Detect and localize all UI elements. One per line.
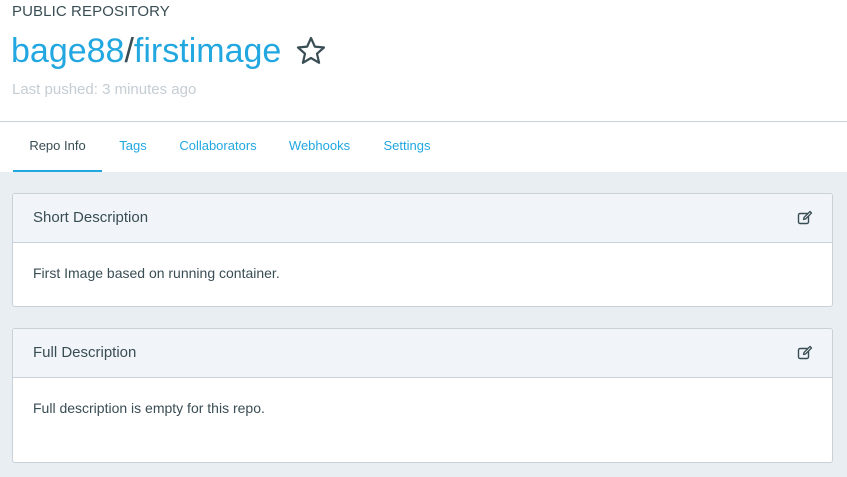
repo-visibility-label: PUBLIC REPOSITORY: [12, 3, 170, 20]
repo-owner-link[interactable]: bage88: [11, 31, 124, 71]
star-icon[interactable]: [295, 35, 327, 67]
repo-title-separator: /: [124, 32, 134, 70]
edit-icon[interactable]: [797, 345, 813, 361]
full-description-title: Full Description: [33, 344, 137, 361]
repo-header: PUBLIC REPOSITORY bage88/firstimage Last…: [0, 0, 847, 121]
edit-icon[interactable]: [797, 210, 813, 226]
short-description-panel: Short Description First Image based on r…: [12, 193, 833, 307]
tab-settings[interactable]: Settings: [376, 122, 438, 172]
tab-collaborators[interactable]: Collaborators: [173, 122, 263, 172]
repo-title: bage88/firstimage: [11, 31, 327, 71]
short-description-text: First Image based on running container.: [33, 265, 280, 281]
full-description-panel: Full Description Full description is emp…: [12, 328, 833, 463]
tab-tags[interactable]: Tags: [112, 122, 154, 172]
repo-info-content: Short Description First Image based on r…: [0, 172, 847, 477]
short-description-title: Short Description: [33, 209, 149, 226]
full-description-text: Full description is empty for this repo.: [33, 400, 265, 416]
tab-webhooks[interactable]: Webhooks: [282, 122, 357, 172]
tab-repo-info[interactable]: Repo Info: [13, 122, 102, 172]
last-pushed-text: Last pushed: 3 minutes ago: [12, 81, 197, 98]
short-description-header: Short Description: [13, 194, 832, 243]
repo-name-link[interactable]: firstimage: [134, 31, 281, 71]
tab-bar: Repo Info Tags Collaborators Webhooks Se…: [0, 122, 847, 172]
full-description-header: Full Description: [13, 329, 832, 378]
